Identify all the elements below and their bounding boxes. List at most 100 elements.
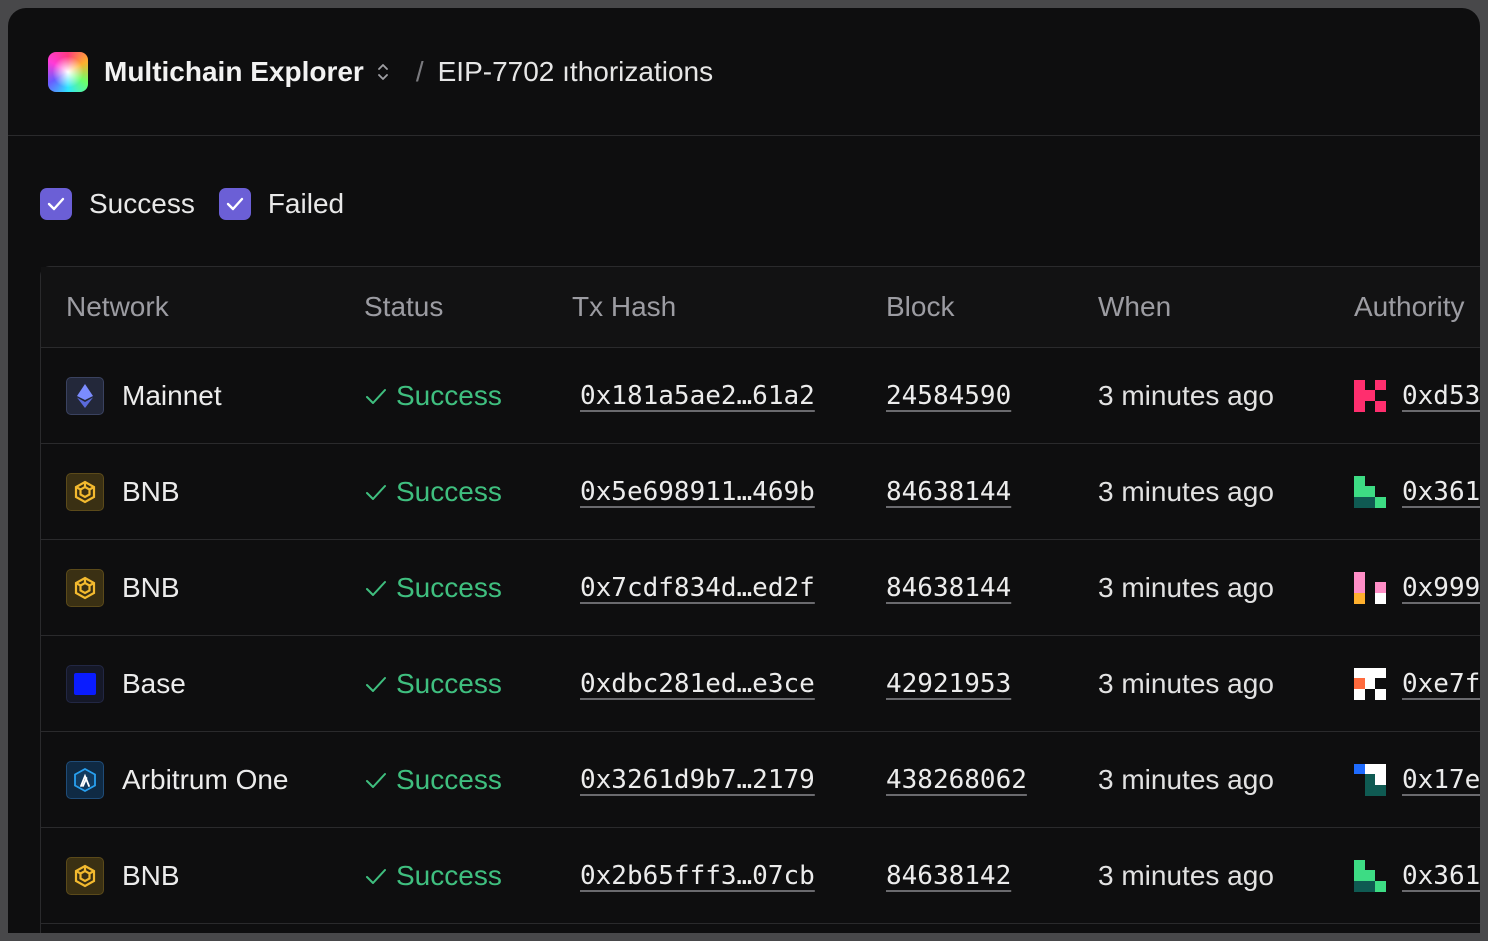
- status-cell: Success: [364, 348, 502, 443]
- authority-cell: 0x999: [1354, 540, 1480, 635]
- bnb-icon: [66, 568, 104, 607]
- network-name: Mainnet: [122, 379, 222, 411]
- bnb-icon: [66, 856, 104, 895]
- identicon-pixel: [1354, 571, 1365, 583]
- table-body: Mainnet Success 0x181a5ae2…61a2 24584590…: [41, 348, 1480, 924]
- identicon-pixel: [1354, 582, 1365, 593]
- network-name: BNB: [122, 475, 180, 507]
- breadcrumb-current: EIP-7702 ıthorizations: [437, 55, 714, 87]
- status-badge: Success: [364, 380, 502, 412]
- check-icon: [366, 868, 386, 884]
- table-row[interactable]: Base Success 0xdbc281ed…e3ce 42921953 3 …: [41, 636, 1480, 732]
- identicon-pixel: [1375, 486, 1386, 497]
- block-cell: 42921953: [886, 636, 1011, 731]
- block-cell: 438268062: [886, 732, 1027, 827]
- identicon-pixel: [1375, 774, 1386, 785]
- tx-hash-link[interactable]: 0x7cdf834d…ed2f: [580, 573, 815, 603]
- check-icon: [366, 484, 386, 500]
- identicon-pixel: [1354, 688, 1365, 700]
- check-icon: [47, 197, 65, 211]
- tx-hash-link[interactable]: 0x181a5ae2…61a2: [580, 381, 815, 411]
- status-badge: Success: [364, 476, 502, 508]
- filter-success[interactable]: Success: [40, 188, 195, 220]
- identicon-pixel: [1364, 496, 1376, 508]
- block-link[interactable]: 24584590: [886, 381, 1011, 411]
- authority-link[interactable]: 0x999: [1402, 573, 1480, 603]
- tx-hash-link[interactable]: 0x2b65fff3…07cb: [580, 861, 815, 891]
- breadcrumb-separator: /: [415, 55, 424, 87]
- tx-hash-link[interactable]: 0xdbc281ed…e3ce: [580, 669, 815, 699]
- block-cell: 84638144: [886, 444, 1011, 539]
- table-row[interactable]: Arbitrum One Success 0x3261d9b7…2179 438…: [41, 732, 1480, 828]
- identicon-pixel: [1364, 688, 1376, 700]
- identicon-pixel: [1375, 667, 1386, 679]
- identicon-pixel: [1375, 859, 1386, 871]
- app-logo-icon: [48, 51, 88, 92]
- status-text: Success: [396, 379, 502, 411]
- identicon-pixel: [1364, 870, 1376, 881]
- status-filters: Success Failed: [40, 188, 368, 220]
- when-cell: 3 minutes ago: [1098, 444, 1274, 539]
- network-cell: BNB: [66, 540, 180, 635]
- identicon-pixel: [1375, 763, 1386, 775]
- block-link[interactable]: 84638142: [886, 861, 1011, 891]
- block-link[interactable]: 438268062: [886, 765, 1027, 795]
- identicon-pixel: [1364, 571, 1376, 583]
- table-row[interactable]: Mainnet Success 0x181a5ae2…61a2 24584590…: [41, 348, 1480, 444]
- identicon-pixel: [1354, 678, 1365, 689]
- authority-link[interactable]: 0xd53: [1402, 381, 1480, 411]
- filter-failed[interactable]: Failed: [218, 188, 345, 220]
- authority-link[interactable]: 0x17e: [1402, 765, 1480, 795]
- identicon: [1354, 763, 1386, 796]
- network-cell: Mainnet: [66, 348, 222, 443]
- authority-link[interactable]: 0x361: [1402, 477, 1480, 507]
- identicon-pixel: [1375, 496, 1386, 508]
- identicon-pixel: [1364, 592, 1376, 604]
- check-icon: [366, 676, 386, 692]
- chevron-up-down-icon[interactable]: [376, 61, 390, 83]
- identicon-pixel: [1364, 678, 1376, 689]
- identicon-pixel: [1354, 859, 1365, 871]
- identicon-pixel: [1354, 400, 1365, 412]
- status-cell: Success: [364, 732, 502, 827]
- when-cell: 3 minutes ago: [1098, 732, 1274, 827]
- identicon-pixel: [1375, 379, 1386, 391]
- success-checkbox[interactable]: [40, 188, 72, 220]
- block-link[interactable]: 42921953: [886, 669, 1011, 699]
- top-bar: Multichain Explorer / EIP-7702 ıthorizat…: [8, 8, 1480, 136]
- block-link[interactable]: 84638144: [886, 573, 1011, 603]
- check-icon: [226, 197, 244, 211]
- status-badge: Success: [364, 764, 502, 796]
- status-badge: Success: [364, 860, 502, 892]
- column-status: Status: [364, 291, 444, 322]
- timestamp: 3 minutes ago: [1098, 379, 1274, 411]
- identicon: [1354, 571, 1386, 604]
- table-row[interactable]: BNB Success 0x5e698911…469b 84638144 3 m…: [41, 444, 1480, 540]
- identicon-pixel: [1354, 763, 1365, 775]
- authority-cell: 0x361: [1354, 828, 1480, 923]
- tx-hash-link[interactable]: 0x5e698911…469b: [580, 477, 815, 507]
- when-cell: 3 minutes ago: [1098, 636, 1274, 731]
- table-row[interactable]: BNB Success 0x2b65fff3…07cb 84638142 3 m…: [41, 828, 1480, 924]
- network-name: Arbitrum One: [122, 763, 289, 795]
- identicon-pixel: [1375, 688, 1386, 700]
- check-icon: [366, 772, 386, 788]
- tx-hash-cell: 0xdbc281ed…e3ce: [580, 636, 815, 731]
- status-cell: Success: [364, 828, 502, 923]
- app-title[interactable]: Multichain Explorer: [104, 56, 364, 88]
- block-link[interactable]: 84638144: [886, 477, 1011, 507]
- network-name: Base: [122, 667, 186, 699]
- arbitrum-icon: [66, 760, 104, 799]
- identicon-pixel: [1354, 784, 1365, 796]
- authority-link[interactable]: 0xe7f: [1402, 669, 1480, 699]
- filter-label: Failed: [267, 188, 345, 219]
- block-cell: 84638144: [886, 540, 1011, 635]
- tx-hash-cell: 0x5e698911…469b: [580, 444, 815, 539]
- network-name: BNB: [122, 571, 180, 603]
- network-cell: Base: [66, 636, 186, 731]
- tx-hash-link[interactable]: 0x3261d9b7…2179: [580, 765, 815, 795]
- authority-link[interactable]: 0x361: [1402, 861, 1480, 891]
- table-row[interactable]: BNB Success 0x7cdf834d…ed2f 84638144 3 m…: [41, 540, 1480, 636]
- timestamp: 3 minutes ago: [1098, 475, 1274, 507]
- failed-checkbox[interactable]: [218, 188, 251, 220]
